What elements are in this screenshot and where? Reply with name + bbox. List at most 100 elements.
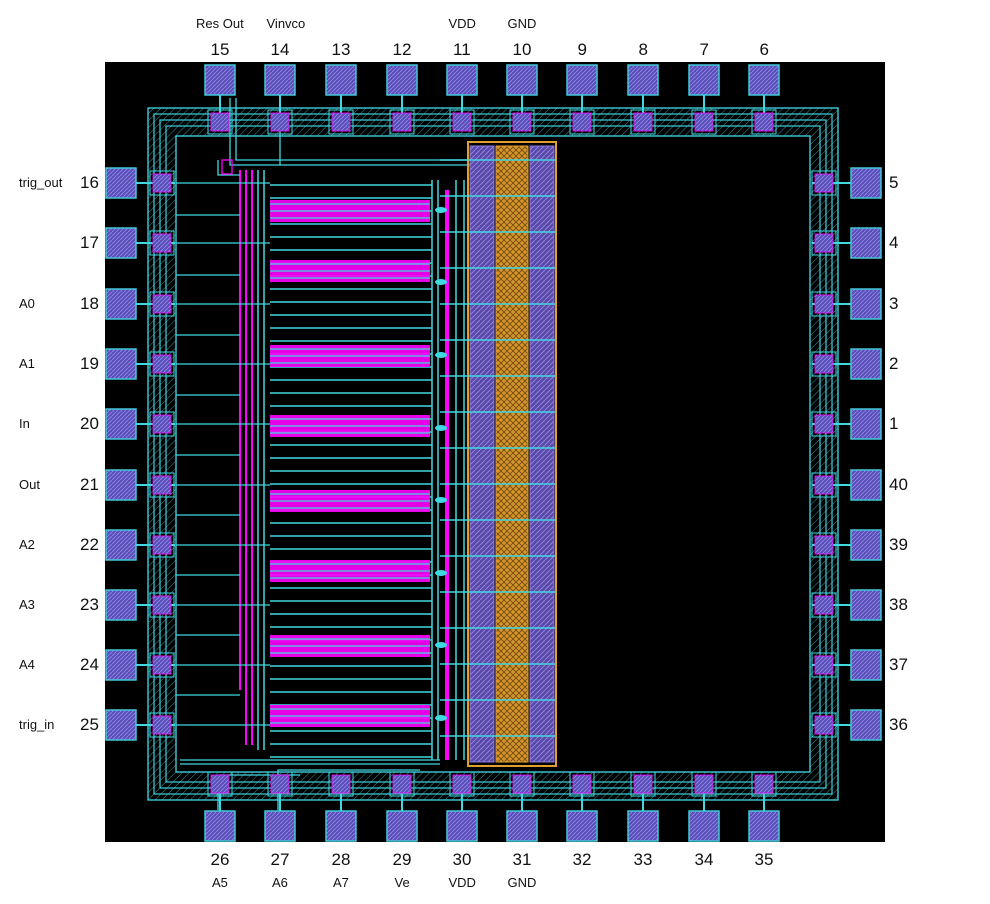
pin-number-12: 12 [392, 40, 412, 59]
io-cell [149, 532, 175, 558]
pin-signal-24: A4 [19, 657, 35, 672]
io-cell [149, 230, 175, 256]
gnd-rail [495, 145, 529, 763]
pin-number-5: 5 [889, 173, 899, 192]
pin-signal-18: A0 [19, 296, 35, 311]
io-cell [149, 170, 175, 196]
pin-number-17: 17 [80, 233, 99, 252]
pin-signal-21: Out [19, 477, 40, 492]
pin-number-25: 25 [80, 715, 99, 734]
io-cell [149, 351, 175, 377]
pin-signal-25: trig_in [19, 717, 55, 732]
pin-number-16: 16 [80, 173, 99, 192]
pin-number-35: 35 [754, 850, 774, 869]
io-cell [449, 771, 475, 797]
pin-signal-22: A2 [19, 537, 35, 552]
io-cell [691, 771, 717, 797]
pin-number-15: 15 [210, 40, 230, 59]
io-cell [811, 351, 837, 377]
io-cell [149, 411, 175, 437]
io-cell [691, 109, 717, 135]
io-cell [630, 109, 656, 135]
io-cell [328, 771, 354, 797]
pin-signal-27: A6 [272, 875, 288, 890]
io-cell [328, 109, 354, 135]
io-cell [811, 532, 837, 558]
io-cell [149, 712, 175, 738]
pin-number-7: 7 [699, 40, 709, 59]
vdd-rail [469, 145, 495, 763]
io-cell [149, 592, 175, 618]
io-cell [569, 109, 595, 135]
io-cell [509, 771, 535, 797]
pin-signal-15: Res Out [196, 16, 244, 31]
io-cell [267, 109, 293, 135]
pin-number-11: 11 [453, 40, 471, 59]
pin-signal-11: VDD [448, 16, 476, 31]
pin-number-31: 31 [512, 850, 532, 869]
io-cell [811, 230, 837, 256]
pin-number-26: 26 [210, 850, 230, 869]
io-cell [389, 771, 415, 797]
io-cell [449, 109, 475, 135]
pin-number-23: 23 [80, 595, 99, 614]
pin-number-3: 3 [889, 294, 899, 313]
pin-number-13: 13 [331, 40, 351, 59]
io-cell [149, 291, 175, 317]
pin-number-38: 38 [889, 595, 908, 614]
pin-number-30: 30 [452, 850, 472, 869]
io-cell [811, 411, 837, 437]
pin-number-22: 22 [80, 535, 99, 554]
pin-number-36: 36 [889, 715, 908, 734]
io-cell [207, 109, 233, 135]
pin-number-2: 2 [889, 354, 899, 373]
io-cell [811, 592, 837, 618]
pin-number-20: 20 [80, 414, 99, 433]
io-cell [811, 472, 837, 498]
pin-number-29: 29 [392, 850, 412, 869]
pin-number-32: 32 [572, 850, 592, 869]
io-cell [751, 771, 777, 797]
io-cell [811, 170, 837, 196]
pin-signal-19: A1 [19, 356, 35, 371]
pin-number-21: 21 [80, 475, 99, 494]
pin-number-1: 1 [889, 414, 899, 433]
pin-signal-29: Ve [394, 875, 410, 890]
gnd-rail-2 [529, 145, 555, 763]
io-cell [149, 472, 175, 498]
pin-number-28: 28 [331, 850, 351, 869]
io-cell [267, 771, 293, 797]
pin-number-8: 8 [638, 40, 648, 59]
pin-number-18: 18 [80, 294, 99, 313]
pin-number-34: 34 [694, 850, 714, 869]
io-cell [509, 109, 535, 135]
pin-number-37: 37 [889, 655, 908, 674]
pin-number-9: 9 [577, 40, 587, 59]
pin-number-14: 14 [270, 40, 290, 59]
pin-number-39: 39 [889, 535, 908, 554]
pin-signal-14: Vinvco [266, 16, 306, 31]
pin-signal-16: trig_out [19, 175, 63, 190]
pin-number-40: 40 [889, 475, 908, 494]
pin-signal-26: A5 [212, 875, 228, 890]
pin-signal-30: VDD [448, 875, 476, 890]
pin-signal-20: In [19, 416, 30, 431]
pin-number-6: 6 [759, 40, 769, 59]
pin-signal-10: GND [507, 16, 537, 31]
pin-number-27: 27 [270, 850, 290, 869]
io-cell [207, 771, 233, 797]
pin-number-33: 33 [633, 850, 653, 869]
pin-signal-23: A3 [19, 597, 35, 612]
io-cell [811, 652, 837, 678]
pin-number-24: 24 [80, 655, 99, 674]
io-cell [811, 291, 837, 317]
power-rails [467, 141, 557, 767]
pin-number-10: 10 [512, 40, 532, 59]
pin-signal-31: GND [507, 875, 537, 890]
io-cell [149, 652, 175, 678]
chip-layout [105, 62, 885, 842]
io-cell [569, 771, 595, 797]
io-cell [630, 771, 656, 797]
io-cell [389, 109, 415, 135]
pin-number-19: 19 [80, 354, 99, 373]
